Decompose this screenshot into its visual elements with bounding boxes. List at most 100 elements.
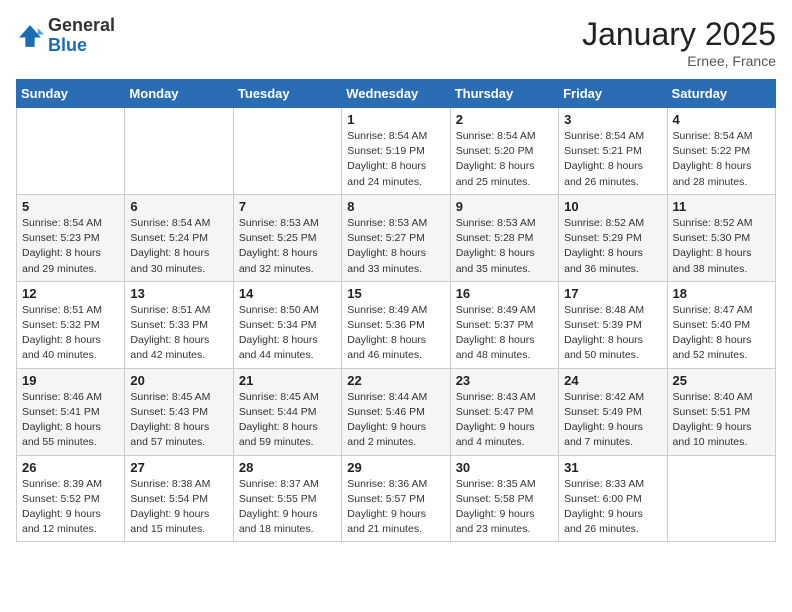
day-number: 10 [564,199,661,214]
calendar-cell: 29 Sunrise: 8:36 AM Sunset: 5:57 PM Dayli… [342,455,450,542]
day-number: 2 [456,112,553,127]
day-info: Sunrise: 8:54 AM Sunset: 5:19 PM Dayligh… [347,129,444,190]
day-number: 4 [673,112,770,127]
weekday-header-row: SundayMondayTuesdayWednesdayThursdayFrid… [17,80,776,108]
calendar-cell: 7 Sunrise: 8:53 AM Sunset: 5:25 PM Daylig… [233,194,341,281]
calendar-cell: 5 Sunrise: 8:54 AM Sunset: 5:23 PM Daylig… [17,194,125,281]
day-info: Sunrise: 8:52 AM Sunset: 5:29 PM Dayligh… [564,216,661,277]
calendar-cell: 21Sunrise: 8:45 AM Sunset: 5:44 PM Dayli… [233,368,341,455]
day-number: 6 [130,199,227,214]
calendar-cell: 11 Sunrise: 8:52 AM Sunset: 5:30 PM Dayli… [667,194,775,281]
calendar-week-row: 19 Sunrise: 8:46 AM Sunset: 5:41 PM Dayli… [17,368,776,455]
day-info: Sunrise: 8:45 AM Sunset: 5:44 PM Dayligh… [239,390,336,451]
day-number: 29 [347,460,444,475]
day-info: Sunrise: 8:54 AM Sunset: 5:21 PM Dayligh… [564,129,661,190]
logo-general-text: General [48,15,115,35]
day-info: Sunrise: 8:43 AM Sunset: 5:47 PM Dayligh… [456,390,553,451]
calendar-cell: 25 Sunrise: 8:40 AM Sunset: 5:51 PM Dayli… [667,368,775,455]
day-info: Sunrise: 8:48 AM Sunset: 5:39 PM Dayligh… [564,303,661,364]
calendar-cell [233,108,341,195]
day-number: 24 [564,373,661,388]
day-number: 11 [673,199,770,214]
calendar-cell: 30Sunrise: 8:35 AM Sunset: 5:58 PM Dayli… [450,455,558,542]
day-number: 7 [239,199,336,214]
day-number: 13 [130,286,227,301]
day-info: Sunrise: 8:44 AM Sunset: 5:46 PM Dayligh… [347,390,444,451]
location-text: Ernee, France [582,53,776,69]
day-info: Sunrise: 8:49 AM Sunset: 5:37 PM Dayligh… [456,303,553,364]
day-number: 31 [564,460,661,475]
calendar-cell: 8Sunrise: 8:53 AM Sunset: 5:27 PM Daylig… [342,194,450,281]
day-number: 15 [347,286,444,301]
day-info: Sunrise: 8:46 AM Sunset: 5:41 PM Dayligh… [22,390,119,451]
calendar-cell: 15Sunrise: 8:49 AM Sunset: 5:36 PM Dayli… [342,281,450,368]
calendar-cell: 27 Sunrise: 8:38 AM Sunset: 5:54 PM Dayli… [125,455,233,542]
day-info: Sunrise: 8:54 AM Sunset: 5:20 PM Dayligh… [456,129,553,190]
calendar-cell [17,108,125,195]
day-number: 19 [22,373,119,388]
weekday-header-friday: Friday [559,80,667,108]
calendar-cell: 13Sunrise: 8:51 AM Sunset: 5:33 PM Dayli… [125,281,233,368]
day-number: 18 [673,286,770,301]
day-number: 5 [22,199,119,214]
calendar-cell: 22 Sunrise: 8:44 AM Sunset: 5:46 PM Dayli… [342,368,450,455]
day-info: Sunrise: 8:53 AM Sunset: 5:28 PM Dayligh… [456,216,553,277]
calendar-cell: 9Sunrise: 8:53 AM Sunset: 5:28 PM Daylig… [450,194,558,281]
calendar-cell: 12Sunrise: 8:51 AM Sunset: 5:32 PM Dayli… [17,281,125,368]
calendar-cell [667,455,775,542]
day-info: Sunrise: 8:40 AM Sunset: 5:51 PM Dayligh… [673,390,770,451]
logo: General Blue [16,16,115,56]
day-info: Sunrise: 8:53 AM Sunset: 5:27 PM Dayligh… [347,216,444,277]
logo-blue-text: Blue [48,35,87,55]
calendar-body: 1 Sunrise: 8:54 AM Sunset: 5:19 PM Daylig… [17,108,776,542]
calendar-header: SundayMondayTuesdayWednesdayThursdayFrid… [17,80,776,108]
calendar-cell: 4 Sunrise: 8:54 AM Sunset: 5:22 PM Daylig… [667,108,775,195]
calendar-week-row: 1 Sunrise: 8:54 AM Sunset: 5:19 PM Daylig… [17,108,776,195]
day-info: Sunrise: 8:33 AM Sunset: 6:00 PM Dayligh… [564,477,661,538]
day-number: 20 [130,373,227,388]
day-info: Sunrise: 8:38 AM Sunset: 5:54 PM Dayligh… [130,477,227,538]
day-number: 3 [564,112,661,127]
day-number: 27 [130,460,227,475]
day-number: 1 [347,112,444,127]
calendar-cell: 26 Sunrise: 8:39 AM Sunset: 5:52 PM Dayli… [17,455,125,542]
day-info: Sunrise: 8:52 AM Sunset: 5:30 PM Dayligh… [673,216,770,277]
calendar-cell: 18Sunrise: 8:47 AM Sunset: 5:40 PM Dayli… [667,281,775,368]
calendar-cell: 14Sunrise: 8:50 AM Sunset: 5:34 PM Dayli… [233,281,341,368]
day-number: 22 [347,373,444,388]
calendar-cell: 10 Sunrise: 8:52 AM Sunset: 5:29 PM Dayli… [559,194,667,281]
day-info: Sunrise: 8:54 AM Sunset: 5:23 PM Dayligh… [22,216,119,277]
day-number: 14 [239,286,336,301]
calendar-cell: 19 Sunrise: 8:46 AM Sunset: 5:41 PM Dayli… [17,368,125,455]
day-number: 25 [673,373,770,388]
calendar-cell: 16 Sunrise: 8:49 AM Sunset: 5:37 PM Dayli… [450,281,558,368]
logo-icon [16,22,44,50]
day-number: 26 [22,460,119,475]
day-number: 17 [564,286,661,301]
day-info: Sunrise: 8:39 AM Sunset: 5:52 PM Dayligh… [22,477,119,538]
day-info: Sunrise: 8:54 AM Sunset: 5:22 PM Dayligh… [673,129,770,190]
weekday-header-saturday: Saturday [667,80,775,108]
day-info: Sunrise: 8:36 AM Sunset: 5:57 PM Dayligh… [347,477,444,538]
calendar-week-row: 12Sunrise: 8:51 AM Sunset: 5:32 PM Dayli… [17,281,776,368]
calendar-cell: 2 Sunrise: 8:54 AM Sunset: 5:20 PM Daylig… [450,108,558,195]
day-info: Sunrise: 8:37 AM Sunset: 5:55 PM Dayligh… [239,477,336,538]
day-number: 16 [456,286,553,301]
weekday-header-wednesday: Wednesday [342,80,450,108]
day-number: 23 [456,373,553,388]
month-year-heading: January 2025 [582,16,776,53]
day-number: 12 [22,286,119,301]
day-info: Sunrise: 8:42 AM Sunset: 5:49 PM Dayligh… [564,390,661,451]
calendar-cell: 20 Sunrise: 8:45 AM Sunset: 5:43 PM Dayli… [125,368,233,455]
day-info: Sunrise: 8:45 AM Sunset: 5:43 PM Dayligh… [130,390,227,451]
day-number: 28 [239,460,336,475]
day-info: Sunrise: 8:54 AM Sunset: 5:24 PM Dayligh… [130,216,227,277]
calendar-table: SundayMondayTuesdayWednesdayThursdayFrid… [16,79,776,542]
title-block: January 2025 Ernee, France [582,16,776,69]
calendar-cell: 1 Sunrise: 8:54 AM Sunset: 5:19 PM Daylig… [342,108,450,195]
day-info: Sunrise: 8:53 AM Sunset: 5:25 PM Dayligh… [239,216,336,277]
day-info: Sunrise: 8:35 AM Sunset: 5:58 PM Dayligh… [456,477,553,538]
weekday-header-sunday: Sunday [17,80,125,108]
weekday-header-monday: Monday [125,80,233,108]
calendar-cell: 24 Sunrise: 8:42 AM Sunset: 5:49 PM Dayli… [559,368,667,455]
